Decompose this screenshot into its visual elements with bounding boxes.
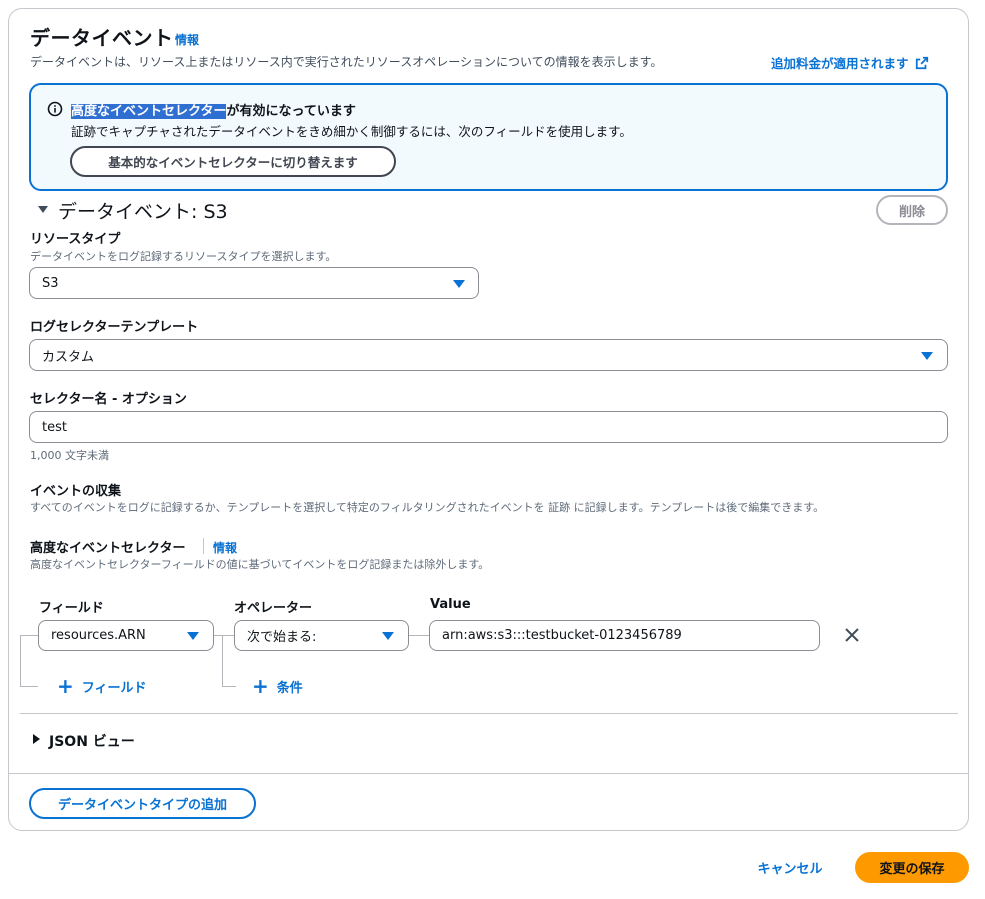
plus-icon: +: [252, 674, 269, 698]
resource-type-select[interactable]: S3: [29, 267, 479, 299]
pricing-link-label: 追加料金が適用されます: [771, 56, 909, 71]
switch-to-basic-selectors-button[interactable]: 基本的なイベントセレクターに切り替えます: [70, 146, 396, 177]
external-link-icon: [915, 56, 928, 69]
section-title[interactable]: データイベント: S3: [58, 197, 228, 224]
chevron-down-icon: [187, 632, 199, 640]
cancel-button[interactable]: キャンセル: [745, 852, 835, 882]
plus-icon: +: [57, 674, 74, 698]
field-select[interactable]: resources.ARN: [38, 620, 214, 651]
selector-name-constraint: 1,000 文字未満: [30, 449, 109, 462]
chevron-down-icon: [453, 280, 465, 288]
pricing-link[interactable]: 追加料金が適用されます: [771, 53, 929, 72]
log-selector-template-label: ログセレクターテンプレート: [30, 320, 199, 335]
resource-type-description: データイベントをログ記録するリソースタイプを選択します。: [30, 250, 337, 263]
event-collection-label: イベントの収集: [30, 484, 122, 499]
operator-value: 次で始まる:: [247, 630, 317, 645]
add-condition-label: 条件: [276, 680, 303, 696]
selector-name-label: セレクター名 - オプション: [30, 392, 187, 407]
field-value: resources.ARN: [51, 628, 146, 643]
resource-type-label: リソースタイプ: [30, 232, 121, 247]
alert-title-highlight: 高度なイベントセレクター: [71, 104, 227, 119]
delete-button[interactable]: 削除: [876, 195, 948, 225]
resource-type-value: S3: [42, 275, 59, 291]
advanced-selectors-description: 高度なイベントセレクターフィールドの値に基づいてイベントをログ記録または除外しま…: [30, 558, 490, 571]
info-icon: [47, 101, 63, 117]
divider: [9, 773, 968, 774]
add-data-event-type-button[interactable]: データイベントタイプの追加: [29, 788, 256, 819]
add-field-button[interactable]: + フィールド: [57, 676, 147, 696]
chevron-down-icon: [921, 352, 933, 360]
operator-select[interactable]: 次で始まる:: [234, 620, 409, 651]
field-tree-connector-top: [20, 635, 38, 636]
add-condition-button[interactable]: + 条件: [252, 676, 303, 696]
log-selector-template-value: カスタム: [42, 349, 95, 365]
caret-down-icon[interactable]: [38, 206, 48, 213]
save-changes-button[interactable]: 変更の保存: [855, 852, 969, 883]
selector-name-input[interactable]: test: [29, 411, 948, 443]
field-tree-connector: [20, 635, 38, 687]
page-title: データイベント: [30, 26, 174, 50]
title-info-link[interactable]: 情報: [175, 31, 199, 48]
label-divider: [203, 538, 204, 554]
value-input[interactable]: arn:aws:s3:::testbucket-0123456789: [429, 620, 820, 651]
alert-title-rest: が有効になっています: [226, 104, 356, 119]
field-column-header: フィールド: [39, 601, 104, 616]
advanced-selectors-info-link[interactable]: 情報: [213, 539, 237, 556]
operator-column-header: オペレーター: [234, 601, 313, 616]
add-field-label: フィールド: [81, 680, 147, 696]
json-view-toggle[interactable]: JSON ビュー: [49, 731, 135, 751]
chevron-down-icon: [382, 632, 394, 640]
divider: [20, 713, 958, 714]
value-connector-line: [408, 635, 430, 636]
alert-body: 証跡でキャプチャされたデータイベントをきめ細かく制御するには、次のフィールドを使…: [71, 124, 632, 139]
event-collection-description: すべてのイベントをログに記録するか、テンプレートを選択して特定のフィルタリングさ…: [30, 501, 825, 514]
value-column-header: Value: [430, 597, 471, 612]
advanced-selectors-label: 高度なイベントセレクター: [30, 541, 186, 556]
log-selector-template-select[interactable]: カスタム: [29, 339, 948, 371]
operator-connector-line: [213, 635, 234, 636]
alert-title: 高度なイベントセレクターが有効になっています: [71, 100, 356, 119]
close-icon[interactable]: [844, 627, 860, 643]
caret-right-icon[interactable]: [33, 734, 40, 744]
page-description: データイベントは、リソース上またはリソース内で実行されたリソースオペレーションに…: [30, 55, 663, 69]
